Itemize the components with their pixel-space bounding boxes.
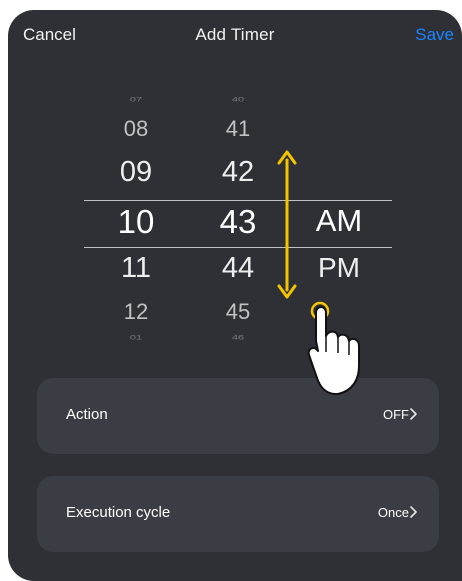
gesture-overlay <box>277 150 360 395</box>
hand-pointer-icon <box>307 301 360 395</box>
double-arrow-vertical-icon <box>277 150 297 299</box>
